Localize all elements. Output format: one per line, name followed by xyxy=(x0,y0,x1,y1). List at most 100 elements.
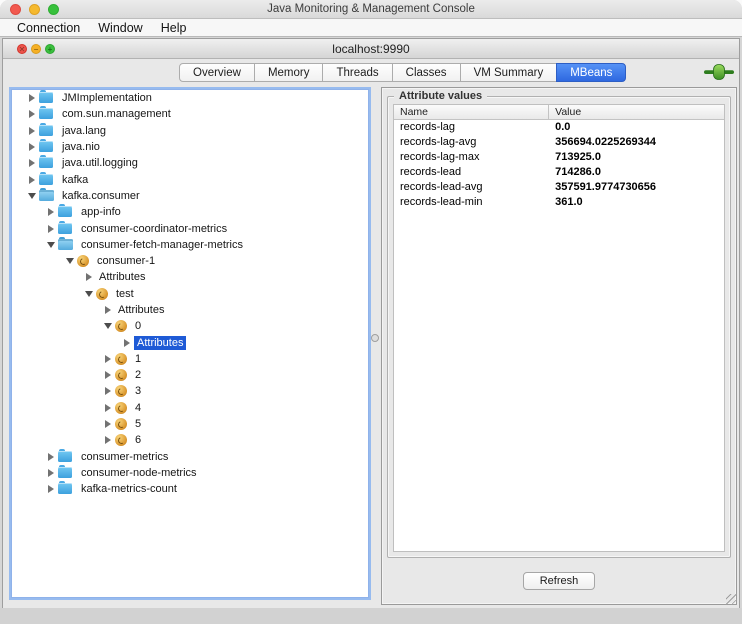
cell-value: 713925.0 xyxy=(549,150,724,165)
tree-item-consumer-1[interactable]: consumer-1 xyxy=(12,253,368,269)
chevron-down-icon[interactable] xyxy=(81,291,96,297)
tree-item-label: Attributes xyxy=(96,270,148,284)
chevron-right-icon[interactable] xyxy=(24,94,39,102)
tree-item-consumer-metrics[interactable]: consumer-metrics xyxy=(12,449,368,465)
split-divider-handle[interactable] xyxy=(371,334,379,342)
folder-icon xyxy=(39,174,55,186)
folder-icon xyxy=(39,125,55,137)
chevron-down-icon[interactable] xyxy=(24,193,39,199)
tab-mbeans[interactable]: MBeans xyxy=(556,63,626,82)
tree-item-label: com.sun.management xyxy=(59,107,174,121)
chevron-right-icon[interactable] xyxy=(24,159,39,167)
chevron-right-icon[interactable] xyxy=(100,404,115,412)
tree-item-label: Attributes xyxy=(115,303,167,317)
tab-classes[interactable]: Classes xyxy=(392,63,461,82)
folder-icon xyxy=(39,141,55,153)
table-row[interactable]: records-lag-avg356694.0225269344 xyxy=(394,135,724,150)
chevron-down-icon[interactable] xyxy=(43,242,58,248)
tree-item-label: java.lang xyxy=(59,124,109,138)
bean-icon xyxy=(96,288,109,300)
chevron-right-icon[interactable] xyxy=(100,387,115,395)
chevron-right-icon[interactable] xyxy=(43,485,58,493)
tree-item-attributes[interactable]: Attributes xyxy=(12,334,368,350)
cell-value: 714286.0 xyxy=(549,165,724,180)
tree-item-3[interactable]: 3 xyxy=(12,383,368,399)
tree-item-5[interactable]: 5 xyxy=(12,416,368,432)
tree-item-attributes[interactable]: Attributes xyxy=(12,269,368,285)
cell-value: 357591.9774730656 xyxy=(549,180,724,195)
tree-item-com-sun-management[interactable]: com.sun.management xyxy=(12,106,368,122)
application-window: Java Monitoring & Management Console Con… xyxy=(0,0,742,624)
tree-item-1[interactable]: 1 xyxy=(12,351,368,367)
tree-item-jmimplementation[interactable]: JMImplementation xyxy=(12,90,368,106)
column-header-value[interactable]: Value xyxy=(549,105,724,119)
tree-item-label: kafka.consumer xyxy=(59,189,143,203)
chevron-right-icon[interactable] xyxy=(24,176,39,184)
tab-memory[interactable]: Memory xyxy=(254,63,324,82)
chevron-right-icon[interactable] xyxy=(100,355,115,363)
tree-item-java-nio[interactable]: java.nio xyxy=(12,139,368,155)
tree-item-consumer-fetch-manager-metrics[interactable]: consumer-fetch-manager-metrics xyxy=(12,237,368,253)
tree-item-consumer-node-metrics[interactable]: consumer-node-metrics xyxy=(12,465,368,481)
tree-item-4[interactable]: 4 xyxy=(12,400,368,416)
table-row[interactable]: records-lead-avg357591.9774730656 xyxy=(394,180,724,195)
tree-item-consumer-coordinator-metrics[interactable]: consumer-coordinator-metrics xyxy=(12,220,368,236)
menubar: ConnectionWindowHelp xyxy=(0,19,742,37)
tree-item-6[interactable]: 6 xyxy=(12,432,368,448)
tab-threads[interactable]: Threads xyxy=(322,63,392,82)
tree-item-app-info[interactable]: app-info xyxy=(12,204,368,220)
column-header-name[interactable]: Name xyxy=(394,105,549,119)
bean-icon xyxy=(115,320,128,332)
connection-title: localhost:9990 xyxy=(3,39,739,59)
tree-item-java-lang[interactable]: java.lang xyxy=(12,123,368,139)
chevron-right-icon[interactable] xyxy=(100,420,115,428)
table-row[interactable]: records-lag0.0 xyxy=(394,120,724,135)
chevron-right-icon[interactable] xyxy=(43,453,58,461)
table-row[interactable]: records-lead714286.0 xyxy=(394,165,724,180)
refresh-button[interactable]: Refresh xyxy=(523,572,595,590)
chevron-down-icon[interactable] xyxy=(100,323,115,329)
tree-item-label: consumer-coordinator-metrics xyxy=(78,222,230,236)
chevron-right-icon[interactable] xyxy=(24,127,39,135)
plug-connected-icon xyxy=(703,63,735,81)
tree-item-kafka[interactable]: kafka xyxy=(12,171,368,187)
chevron-right-icon[interactable] xyxy=(81,273,96,281)
tree-item-kafka-consumer[interactable]: kafka.consumer xyxy=(12,188,368,204)
folder-icon xyxy=(58,483,74,495)
chevron-right-icon[interactable] xyxy=(100,306,115,314)
table-row[interactable]: records-lead-min361.0 xyxy=(394,195,724,210)
chevron-right-icon[interactable] xyxy=(24,143,39,151)
chevron-right-icon[interactable] xyxy=(43,469,58,477)
tree-item-java-util-logging[interactable]: java.util.logging xyxy=(12,155,368,171)
tree-item-label: 4 xyxy=(132,401,144,415)
window-bottom-edge xyxy=(0,608,742,624)
chevron-right-icon[interactable] xyxy=(43,225,58,233)
folder-icon xyxy=(58,451,74,463)
chevron-down-icon[interactable] xyxy=(62,258,77,264)
chevron-right-icon[interactable] xyxy=(24,110,39,118)
chevron-right-icon[interactable] xyxy=(119,339,134,347)
cell-name: records-lead-min xyxy=(394,195,549,210)
tree-item-label: consumer-fetch-manager-metrics xyxy=(78,238,246,252)
chevron-right-icon[interactable] xyxy=(100,371,115,379)
tree-item-test[interactable]: test xyxy=(12,286,368,302)
tree-item-attributes[interactable]: Attributes xyxy=(12,302,368,318)
folder-icon xyxy=(39,92,55,104)
tree-item-kafka-metrics-count[interactable]: kafka-metrics-count xyxy=(12,481,368,497)
table-row[interactable]: records-lag-max713925.0 xyxy=(394,150,724,165)
tree-item-2[interactable]: 2 xyxy=(12,367,368,383)
cell-value: 0.0 xyxy=(549,120,724,135)
menu-help[interactable]: Help xyxy=(152,21,196,35)
tree-item-0[interactable]: 0 xyxy=(12,318,368,334)
tab-overview[interactable]: Overview xyxy=(179,63,255,82)
tree-item-label: consumer-node-metrics xyxy=(78,466,200,480)
tab-row: OverviewMemoryThreadsClassesVM SummaryMB… xyxy=(3,59,739,85)
menu-connection[interactable]: Connection xyxy=(8,21,89,35)
tree-item-label: 6 xyxy=(132,433,144,447)
menu-window[interactable]: Window xyxy=(89,21,151,35)
tab-vm-summary[interactable]: VM Summary xyxy=(460,63,558,82)
chevron-right-icon[interactable] xyxy=(43,208,58,216)
cell-name: records-lead xyxy=(394,165,549,180)
chevron-right-icon[interactable] xyxy=(100,436,115,444)
resize-grip[interactable] xyxy=(726,594,737,605)
